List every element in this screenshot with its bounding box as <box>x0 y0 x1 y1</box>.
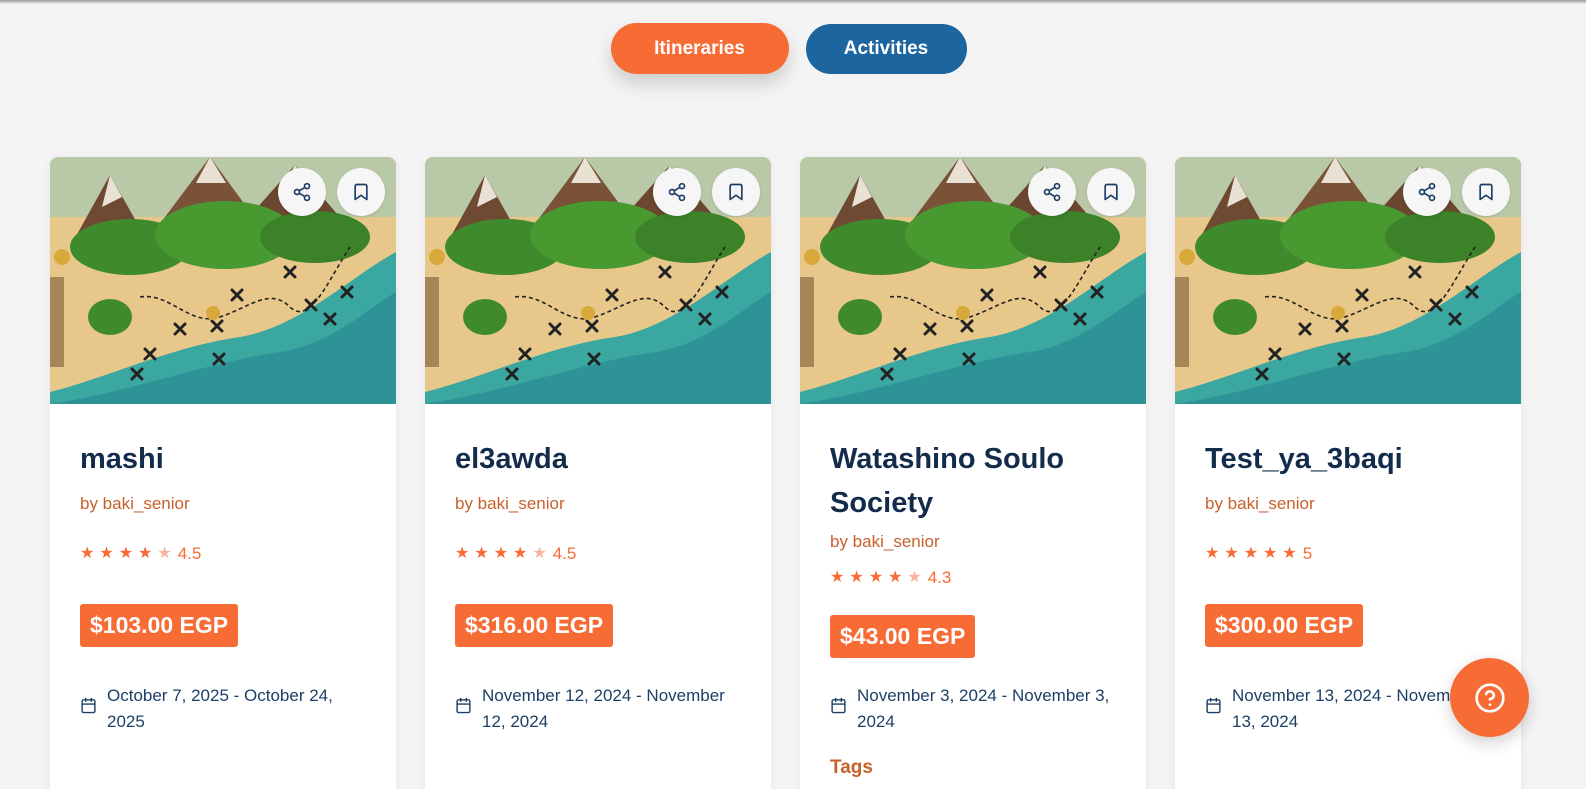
calendar-icon <box>80 683 107 722</box>
card-author[interactable]: by baki_senior <box>455 493 741 515</box>
price-badge: $316.00 EGP <box>455 604 614 647</box>
top-shadow <box>0 0 1586 4</box>
price-badge: $300.00 EGP <box>1205 604 1364 647</box>
star-icon: ★ <box>80 545 95 562</box>
share-button[interactable] <box>653 168 701 216</box>
price-badge: $103.00 EGP <box>80 604 239 647</box>
rating: ★ ★ ★ ★ ★ 4.5 <box>80 543 366 565</box>
card-image <box>425 157 771 404</box>
star-icon: ★ <box>513 545 528 562</box>
card-image <box>1175 157 1521 404</box>
bookmark-button[interactable] <box>1087 168 1135 216</box>
star-icon: ★ <box>532 545 547 562</box>
card-author[interactable]: by baki_senior <box>830 531 1116 553</box>
bookmark-icon <box>1104 183 1118 201</box>
calendar-icon <box>455 683 482 722</box>
star-icon: ★ <box>1263 545 1278 562</box>
share-icon <box>1043 182 1061 202</box>
rating: ★ ★ ★ ★ ★ 5 <box>1205 543 1491 565</box>
rating: ★ ★ ★ ★ ★ 4.3 <box>830 567 1116 589</box>
share-button[interactable] <box>1403 168 1451 216</box>
rating-value: 4.3 <box>927 568 952 587</box>
bookmark-icon <box>354 183 368 201</box>
bookmark-button[interactable] <box>712 168 760 216</box>
card-author[interactable]: by baki_senior <box>1205 493 1491 515</box>
rating: ★ ★ ★ ★ ★ 4.5 <box>455 543 741 565</box>
bookmark-icon <box>1479 183 1493 201</box>
star-icon: ★ <box>157 545 172 562</box>
calendar-icon <box>1205 683 1232 722</box>
itinerary-card[interactable]: el3awda by baki_senior ★ ★ ★ ★ ★ 4.5 $316.00 … <box>425 157 771 789</box>
star-icon: ★ <box>493 545 509 562</box>
share-icon <box>293 182 311 202</box>
star-icon: ★ <box>1282 545 1297 562</box>
date-text: November 12, 2024 - November 12, 2024 <box>482 686 725 731</box>
price-badge: $43.00 EGP <box>830 615 976 658</box>
share-button[interactable] <box>278 168 326 216</box>
share-button[interactable] <box>1028 168 1076 216</box>
star-icon: ★ <box>455 545 470 562</box>
card-author[interactable]: by baki_senior <box>80 493 366 515</box>
card-title: Test_ya_3baqi <box>1205 443 1403 475</box>
tags-heading: Tags <box>830 757 873 778</box>
itinerary-card[interactable]: Watashino Soulo Society by baki_senior ★… <box>800 157 1146 789</box>
share-icon <box>1418 182 1436 202</box>
bookmark-icon <box>729 183 743 201</box>
card-title: Watashino Soulo Society <box>830 443 1065 519</box>
date-text: October 7, 2025 - October 24, 2025 <box>107 686 333 731</box>
help-button[interactable] <box>1450 658 1529 737</box>
calendar-icon <box>830 683 857 722</box>
card-image <box>800 157 1146 404</box>
date-text: November 3, 2024 - November 3, 2024 <box>857 686 1110 731</box>
view-toggle: Itineraries Activities <box>0 23 1586 74</box>
star-icon: ★ <box>138 545 153 562</box>
star-icon: ★ <box>830 569 845 586</box>
rating-value: 5 <box>1302 544 1313 563</box>
star-icon: ★ <box>1243 545 1259 562</box>
help-icon <box>1474 682 1505 713</box>
star-icon: ★ <box>1224 545 1239 562</box>
date-range: November 13, 2024 - November 13, 2024 <box>1205 683 1491 735</box>
star-icon: ★ <box>907 569 922 586</box>
star-icon: ★ <box>849 569 864 586</box>
share-icon <box>668 182 686 202</box>
date-range: November 3, 2024 - November 3, 2024 <box>830 683 1116 735</box>
rating-value: 4.5 <box>177 544 202 563</box>
date-range: November 12, 2024 - November 12, 2024 <box>455 683 741 735</box>
star-icon: ★ <box>118 545 134 562</box>
star-icon: ★ <box>1205 545 1220 562</box>
card-image <box>50 157 396 404</box>
date-range: October 7, 2025 - October 24, 2025 <box>80 683 366 735</box>
bookmark-button[interactable] <box>337 168 385 216</box>
activities-tab[interactable]: Activities <box>805 24 967 74</box>
star-icon: ★ <box>474 545 489 562</box>
rating-value: 4.5 <box>552 544 577 563</box>
card-title: el3awda <box>455 443 568 475</box>
itineraries-tab[interactable]: Itineraries <box>610 23 789 74</box>
star-icon: ★ <box>868 569 884 586</box>
star-icon: ★ <box>888 569 903 586</box>
bookmark-button[interactable] <box>1462 168 1510 216</box>
star-icon: ★ <box>99 545 114 562</box>
itinerary-card[interactable]: mashi by baki_senior ★ ★ ★ ★ ★ 4.5 $103.00 EG… <box>50 157 396 789</box>
card-title: mashi <box>80 443 164 475</box>
